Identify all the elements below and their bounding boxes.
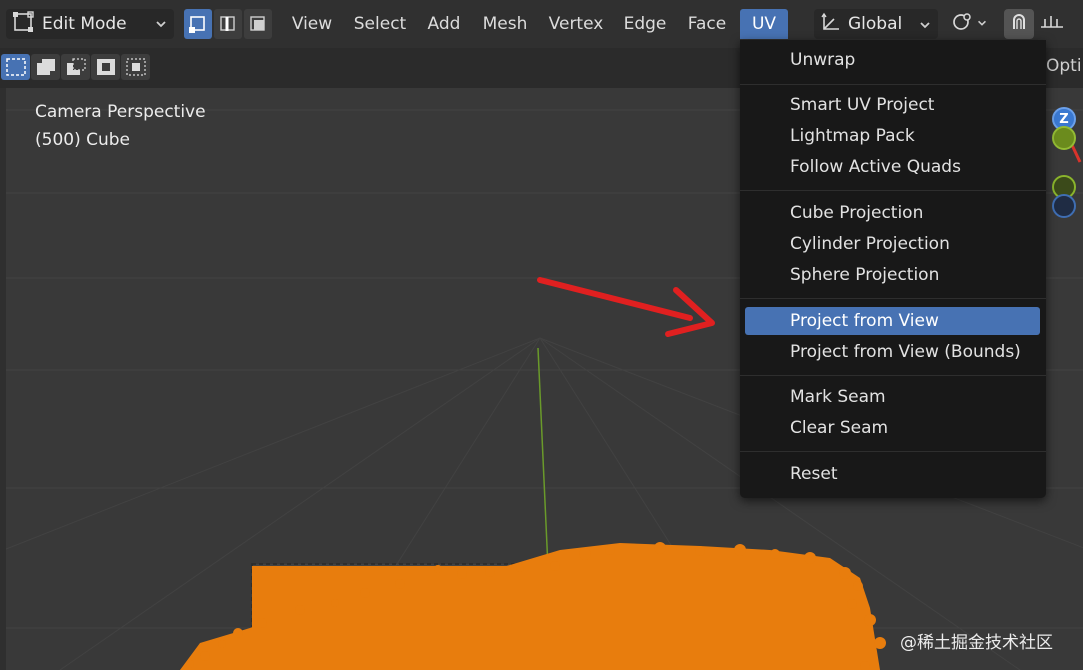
watermark: @稀土掘金技术社区 bbox=[900, 633, 1053, 653]
annotation-arrow-icon bbox=[537, 277, 715, 337]
